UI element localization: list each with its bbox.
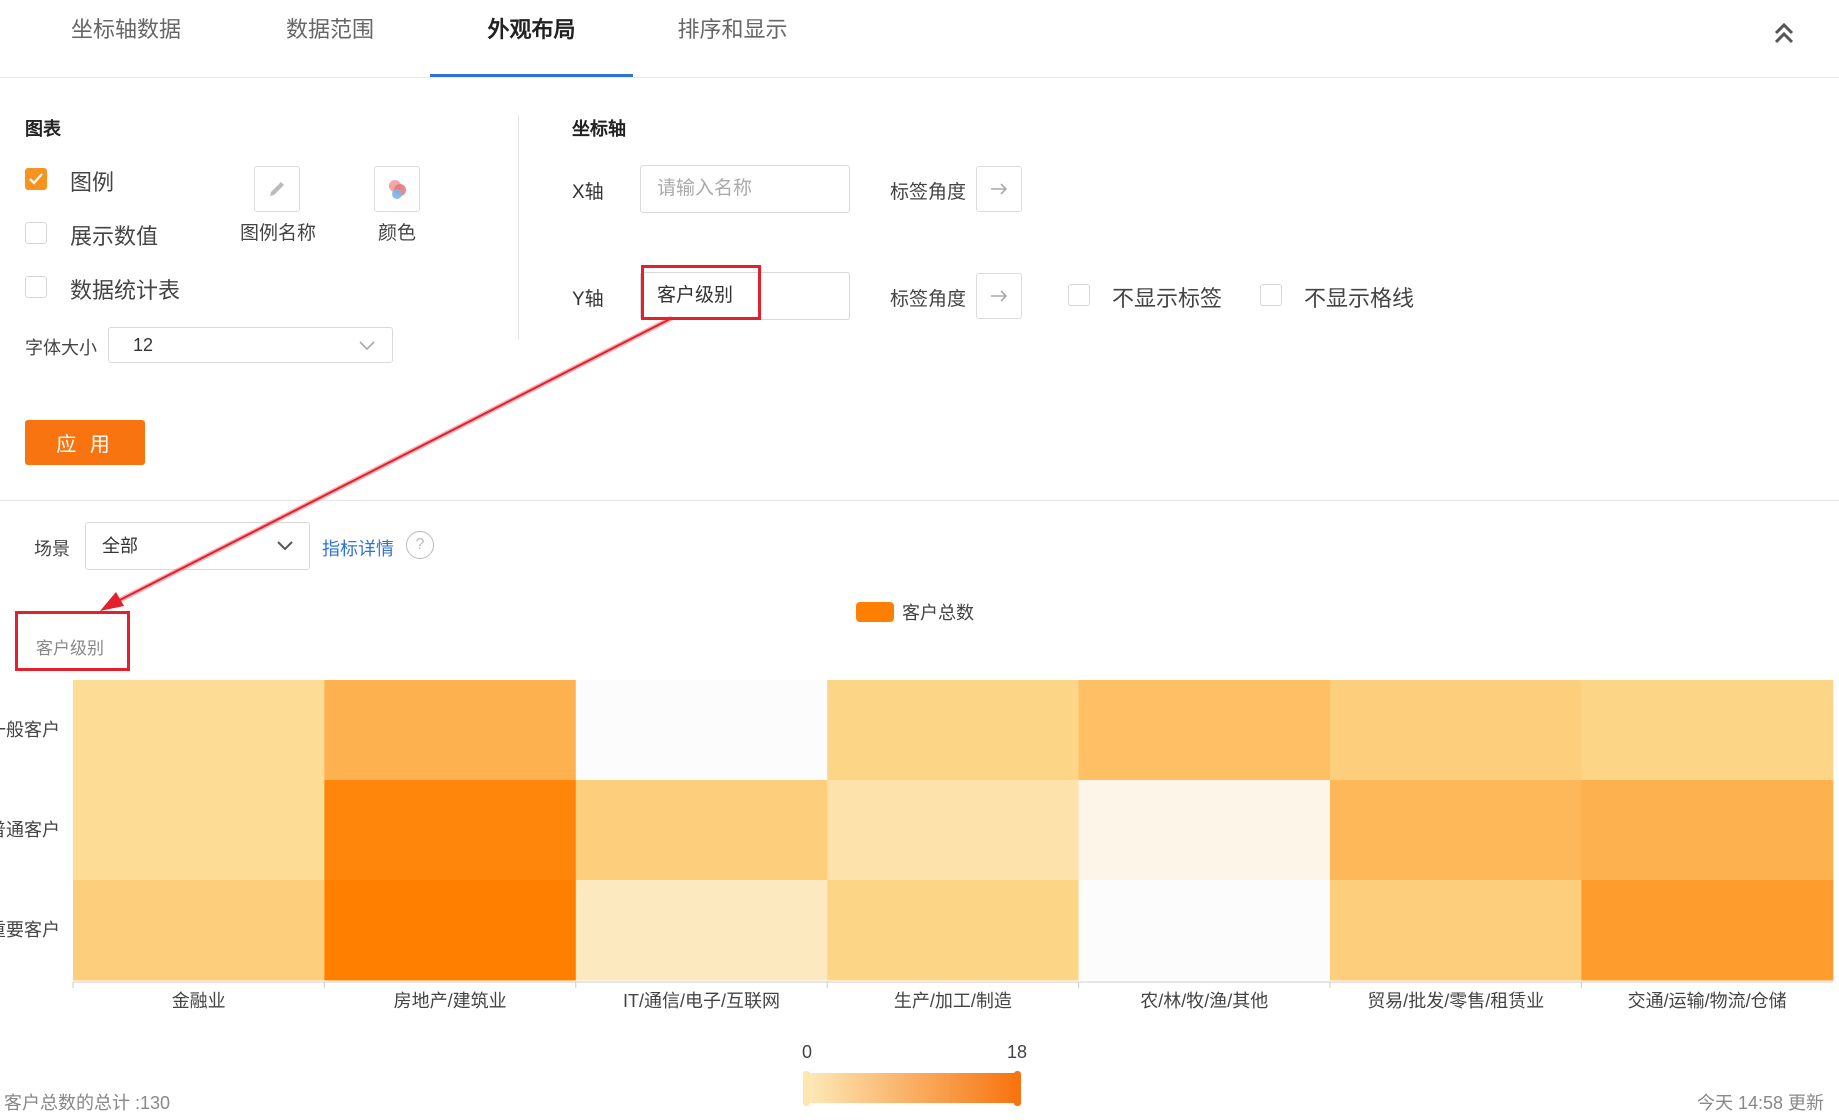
double-chevron-up-icon[interactable] (1769, 18, 1799, 48)
stats-table-label: 数据统计表 (70, 278, 181, 303)
visual-map-min-label: 0 (802, 1042, 812, 1062)
heatmap-cell[interactable] (324, 680, 577, 781)
font-size-value: 12 (133, 335, 154, 355)
heatmap-cell[interactable] (1581, 780, 1834, 881)
heatmap-cell[interactable] (73, 680, 325, 781)
heatmap-cell[interactable] (575, 780, 828, 881)
legend[interactable]: 客户总数 (856, 602, 974, 623)
scene-label: 场景 (34, 539, 70, 559)
visual-map-bar (807, 1073, 1017, 1103)
font-size-select[interactable]: 12 (108, 327, 393, 363)
legend-label: 客户总数 (902, 603, 974, 623)
x-tick-label: 生产/加工/制造 (894, 991, 1012, 1011)
heatmap-cell[interactable] (1330, 880, 1582, 981)
chevron-down-icon (359, 341, 375, 351)
hide-labels-checkbox[interactable] (1068, 284, 1090, 306)
help-icon[interactable]: ? (406, 531, 434, 559)
heatmap-cell[interactable] (73, 780, 325, 881)
x-axis-name-input[interactable] (640, 165, 850, 213)
heatmap-cell[interactable] (575, 680, 828, 781)
font-size-label: 字体大小 (25, 338, 97, 358)
scene-select[interactable]: 全部 (85, 522, 310, 570)
y-label-angle-label: 标签角度 (890, 289, 967, 310)
heatmap-cell[interactable] (1581, 680, 1834, 781)
x-tick-label: 贸易/批发/零售/租赁业 (1367, 991, 1544, 1011)
scene-value: 全部 (102, 536, 138, 556)
show-values-label: 展示数值 (70, 224, 159, 249)
x-tick-label: 金融业 (172, 991, 226, 1011)
tab-appearance-layout[interactable]: 外观布局 (430, 0, 633, 77)
legend-name-button[interactable] (254, 166, 300, 212)
x-label-angle-button[interactable] (976, 166, 1022, 212)
y-tick-label: 重要客户 (0, 920, 60, 940)
x-axis-label: X轴 (572, 182, 604, 203)
y-label-angle-button[interactable] (976, 273, 1022, 319)
heatmap-cell[interactable] (1078, 780, 1331, 881)
color-button[interactable] (374, 166, 420, 212)
legend-checkbox[interactable] (25, 168, 47, 190)
visual-map-handle-min[interactable] (803, 1071, 810, 1106)
tab-axis-data[interactable]: 坐标轴数据 (50, 0, 202, 76)
heatmap-cells (73, 680, 1834, 981)
x-tick-label: 交通/运输/物流/仓储 (1628, 991, 1787, 1011)
x-axis-tick-labels: 金融业 房地产/建筑业 IT/通信/电子/互联网 生产/加工/制造 农/林/牧/渔/其他… (72, 982, 1787, 1011)
color-palette-icon (389, 180, 406, 199)
arrow-right-icon (991, 290, 1008, 302)
pencil-icon (270, 182, 284, 196)
axis-section-title: 坐标轴 (572, 119, 626, 139)
section-divider (0, 500, 1839, 501)
stats-table-checkbox[interactable] (25, 276, 47, 298)
arrow-right-icon (991, 183, 1008, 195)
heatmap-cell[interactable] (1078, 880, 1331, 981)
y-tick-label: 一般客户 (0, 720, 60, 740)
color-label: 颜色 (377, 223, 416, 244)
heatmap-cell[interactable] (827, 880, 1080, 981)
heatmap-cell[interactable] (575, 880, 828, 981)
panel-divider (518, 115, 519, 340)
visual-map-max-label: 18 (1007, 1042, 1027, 1062)
tab-data-range[interactable]: 数据范围 (255, 0, 405, 76)
hide-gridlines-label: 不显示格线 (1304, 286, 1415, 311)
show-values-checkbox[interactable] (25, 222, 47, 244)
chart-ylabel-highlight-box (15, 611, 130, 671)
heatmap-cell[interactable] (1330, 780, 1582, 881)
update-time: 今天 14:58 更新 (1697, 1093, 1825, 1113)
heatmap-cell[interactable] (827, 780, 1080, 881)
heatmap-chart: 客户总数 客户级别 一般客户普通客户重要客户 金融业房地产/建筑业IT/通信/电… (0, 602, 1834, 1106)
x-label-angle-label: 标签角度 (890, 182, 967, 203)
check-icon (29, 173, 43, 185)
heatmap-cell[interactable] (1330, 680, 1582, 781)
heatmap-cell[interactable] (324, 780, 577, 881)
visual-map-handle-max[interactable] (1014, 1071, 1021, 1106)
heatmap-cell[interactable] (324, 880, 577, 981)
x-tick-label: IT/通信/电子/互联网 (623, 991, 780, 1011)
heatmap-cell[interactable] (1078, 680, 1331, 781)
heatmap-cell[interactable] (73, 880, 325, 981)
hide-gridlines-checkbox[interactable] (1260, 284, 1282, 306)
chevron-down-icon (277, 541, 293, 551)
legend-name-label: 图例名称 (239, 223, 316, 244)
visual-map[interactable]: 0 18 (802, 1042, 1027, 1106)
legend-swatch (856, 602, 894, 622)
hide-labels-label: 不显示标签 (1112, 286, 1223, 311)
heatmap-cell[interactable] (827, 680, 1080, 781)
y-axis-tick-labels: 一般客户普通客户重要客户 (0, 720, 60, 940)
tab-sort-display[interactable]: 排序和显示 (660, 0, 805, 76)
y-tick-label: 普通客户 (0, 820, 60, 840)
x-tick-label: 房地产/建筑业 (394, 991, 507, 1011)
y-axis-highlight-box (641, 265, 761, 320)
tab-bar: 坐标轴数据 数据范围 外观布局 排序和显示 (0, 0, 1839, 78)
legend-label: 图例 (70, 170, 115, 195)
x-tick-label: 农/林/牧/渔/其他 (1140, 991, 1268, 1011)
chart-section-title: 图表 (25, 119, 61, 139)
y-axis-label: Y轴 (572, 289, 604, 310)
heatmap-cell[interactable] (1581, 880, 1834, 981)
apply-button[interactable]: 应 用 (25, 420, 145, 465)
total-summary: 客户总数的总计 :130 (4, 1093, 171, 1113)
metric-details-link[interactable]: 指标详情 (322, 535, 394, 561)
